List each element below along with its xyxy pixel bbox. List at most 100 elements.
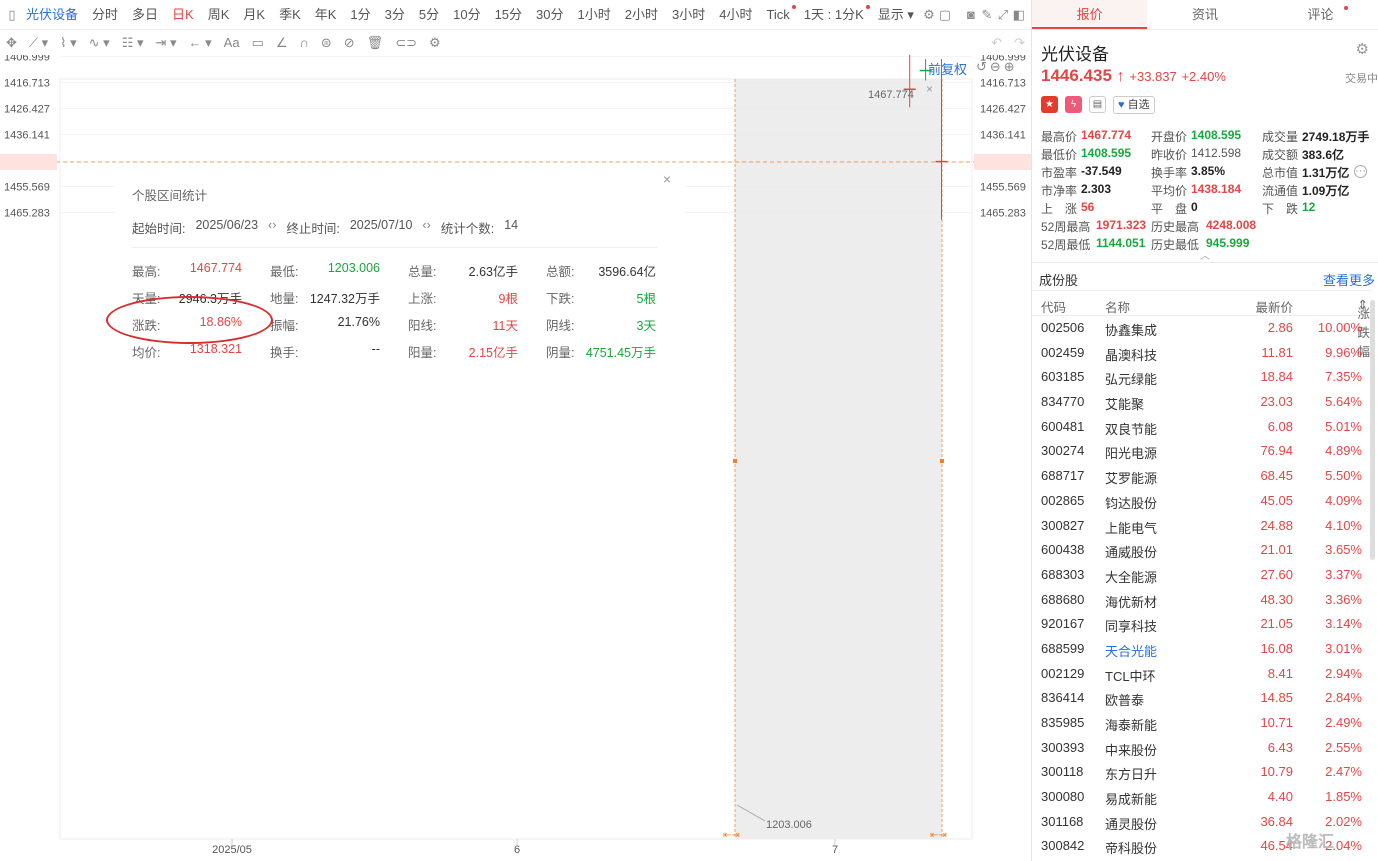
tab-1[interactable]: 资讯 bbox=[1147, 0, 1262, 29]
start-date[interactable]: 2025/06/23 bbox=[195, 218, 258, 237]
period-tab[interactable]: 3分 bbox=[378, 0, 412, 30]
period-tab[interactable]: 年K bbox=[308, 0, 344, 30]
table-row[interactable]: 300118 东方日升 10.79 2.47% bbox=[1032, 760, 1372, 785]
period-tab[interactable]: 分时 bbox=[85, 0, 125, 30]
stat-cell: 阴线: 3天 bbox=[546, 315, 656, 334]
stat-cell: 下跌: 5根 bbox=[546, 288, 656, 307]
y-tick-label: 1436.141 bbox=[4, 129, 50, 141]
period-tab[interactable]: 日K bbox=[165, 0, 201, 30]
collapse-chevron-icon[interactable]: ︿ bbox=[1200, 247, 1210, 262]
more-dots-icon[interactable]: ··· bbox=[1354, 165, 1367, 178]
flag-icon[interactable]: ★ bbox=[1041, 96, 1058, 113]
line-tool-icon[interactable]: ⟋ ▾ bbox=[23, 30, 54, 55]
note-icon[interactable]: ▤ bbox=[1089, 96, 1106, 113]
period-tab[interactable]: 月K bbox=[236, 0, 272, 30]
table-row[interactable]: 300827 上能电气 24.88 4.10% bbox=[1032, 514, 1372, 539]
lightning-icon[interactable]: ϟ bbox=[1065, 96, 1082, 113]
table-row[interactable]: 300274 阳光电源 76.94 4.89% bbox=[1032, 439, 1372, 464]
table-row[interactable]: 688680 海优新材 48.30 3.36% bbox=[1032, 588, 1372, 613]
end-date[interactable]: 2025/07/10 bbox=[350, 218, 413, 237]
tab-2[interactable]: 评论 bbox=[1263, 0, 1378, 29]
settings-icon[interactable]: ⚙ bbox=[921, 7, 937, 23]
comment-tool-icon[interactable]: ▭ bbox=[246, 30, 270, 55]
period-tab[interactable]: 3小时 bbox=[665, 0, 712, 30]
table-row[interactable]: 603185 弘元绿能 18.84 7.35% bbox=[1032, 365, 1372, 390]
sort-column-header[interactable]: 涨跌幅 ⇕ bbox=[1358, 297, 1371, 359]
display-menu[interactable]: 显示 ▾ bbox=[871, 0, 921, 30]
table-row[interactable]: 835985 海泰新能 10.71 2.49% bbox=[1032, 711, 1372, 736]
undo-icon[interactable]: ↶ bbox=[985, 30, 1008, 55]
ruler-icon[interactable]: ∠ bbox=[270, 30, 294, 55]
wave-tool-icon[interactable]: ∿ ▾ bbox=[83, 30, 116, 55]
y-tick-label: 1406.999 bbox=[4, 55, 50, 63]
table-row[interactable]: 600438 通威股份 21.01 3.65% bbox=[1032, 538, 1372, 563]
end-stepper-icon[interactable]: ‹› bbox=[422, 218, 430, 237]
link-icon[interactable]: ⊂⊃ bbox=[389, 30, 423, 55]
layout-icon[interactable]: ▢ bbox=[937, 7, 953, 23]
table-row[interactable]: 002459 晶澳科技 11.81 9.96% bbox=[1032, 341, 1372, 366]
period-tab[interactable]: 多日 bbox=[125, 0, 165, 30]
gear-icon[interactable]: ⚙ bbox=[1356, 40, 1369, 58]
view-more-link[interactable]: 查看更多 bbox=[1323, 270, 1375, 289]
tool-settings-icon[interactable]: ⚙ bbox=[423, 30, 447, 55]
draw-pen-icon[interactable]: ✎ bbox=[979, 7, 995, 23]
close-icon[interactable]: × bbox=[663, 171, 671, 187]
fib-tool-icon[interactable]: ☷ ▾ bbox=[116, 30, 150, 55]
period-tab[interactable]: 10分 bbox=[446, 0, 487, 30]
camera-icon[interactable]: ◙ bbox=[963, 7, 979, 22]
table-row[interactable]: 300393 中来股份 6.43 2.55% bbox=[1032, 736, 1372, 761]
polyline-tool-icon[interactable]: ⌇ ▾ bbox=[54, 30, 83, 55]
period-tab[interactable]: 1分 bbox=[343, 0, 377, 30]
table-row[interactable]: 300080 易成新能 4.40 1.85% bbox=[1032, 785, 1372, 810]
period-tab[interactable]: 4小时 bbox=[712, 0, 759, 30]
table-row[interactable]: 920167 同享科技 21.05 3.14% bbox=[1032, 612, 1372, 637]
lock-icon[interactable]: ⊜ bbox=[315, 30, 338, 55]
stat-cell: 上涨: 9根 bbox=[408, 288, 518, 307]
table-row[interactable]: 688303 大全能源 27.60 3.37% bbox=[1032, 563, 1372, 588]
table-header: 代码 名称 最新价 涨跌幅 ⇕ bbox=[1032, 290, 1372, 359]
watchlist-button[interactable]: ♥ 自选 bbox=[1113, 96, 1155, 114]
magnet-icon[interactable]: ∩ bbox=[294, 30, 315, 55]
tab-0[interactable]: 报价 bbox=[1032, 0, 1148, 29]
period-tab[interactable]: 30分 bbox=[529, 0, 570, 30]
sector-name: 光伏设备 bbox=[1041, 45, 1109, 64]
table-row[interactable]: 002506 协鑫集成 2.86 10.00% bbox=[1032, 316, 1372, 341]
scrollbar[interactable] bbox=[1370, 300, 1375, 560]
arrow-tool-icon[interactable]: ← ▾ bbox=[183, 30, 218, 55]
stat-cell: 振幅: 21.76% bbox=[270, 315, 380, 333]
table-row[interactable]: 002129 TCL中环 8.41 2.94% bbox=[1032, 662, 1372, 687]
y-tick-label: 1426.427 bbox=[980, 103, 1026, 115]
period-tab[interactable]: 1天 : 1分K bbox=[797, 0, 871, 30]
stock-title[interactable]: 光伏设备 bbox=[20, 0, 85, 30]
adjust-mode[interactable]: 前复权 bbox=[928, 59, 967, 78]
period-tab[interactable]: 季K bbox=[272, 0, 308, 30]
period-tab[interactable]: 2小时 bbox=[618, 0, 665, 30]
table-row[interactable]: 688599 天合光能 16.08 3.01% bbox=[1032, 637, 1372, 662]
high-label: 1467.774 bbox=[868, 89, 914, 101]
period-tab[interactable]: 周K bbox=[201, 0, 237, 30]
stat-cell: 阳量: 2.15亿手 bbox=[408, 342, 518, 361]
hide-icon[interactable]: ⊘ bbox=[338, 30, 361, 55]
period-toolbar: ▯ 光伏设备 分时 多日 日K 周K 月K 季K 年K 1分 3分 5分 10分 15分 30分 1小时 2… bbox=[0, 0, 1031, 30]
period-tab[interactable]: 1小时 bbox=[571, 0, 618, 30]
text-tool-icon[interactable]: Aa bbox=[218, 30, 246, 55]
period-tab[interactable]: 15分 bbox=[488, 0, 529, 30]
table-row[interactable]: 600481 双良节能 6.08 5.01% bbox=[1032, 415, 1372, 440]
panel-toggle-icon[interactable]: ◧ bbox=[1011, 7, 1027, 23]
table-row[interactable]: 688717 艾罗能源 68.45 5.50% bbox=[1032, 464, 1372, 489]
crosshair-icon[interactable]: ✥ bbox=[0, 30, 23, 55]
constituents-header: 成份股 查看更多 bbox=[1032, 262, 1378, 290]
period-tab[interactable]: 5分 bbox=[412, 0, 446, 30]
stat-value: 2.15亿手 bbox=[468, 346, 518, 360]
measure-tool-icon[interactable]: ⇥ ▾ bbox=[149, 30, 182, 55]
table-row[interactable]: 836414 欧普泰 14.85 2.84% bbox=[1032, 686, 1372, 711]
trash-icon[interactable]: 🗑 bbox=[361, 30, 390, 55]
period-tab[interactable]: Tick bbox=[759, 0, 797, 30]
sidebar-toggle-icon[interactable]: ▯ bbox=[4, 7, 20, 23]
fullscreen-icon[interactable]: ⤢ bbox=[995, 7, 1011, 23]
redo-icon[interactable]: ↷ bbox=[1008, 30, 1031, 55]
table-row[interactable]: 834770 艾能聚 23.03 5.64% bbox=[1032, 390, 1372, 415]
zoom-controls[interactable]: ↺⊖⊕ bbox=[976, 59, 1018, 75]
start-stepper-icon[interactable]: ‹› bbox=[268, 218, 276, 237]
table-row[interactable]: 002865 钧达股份 45.05 4.09% bbox=[1032, 489, 1372, 514]
